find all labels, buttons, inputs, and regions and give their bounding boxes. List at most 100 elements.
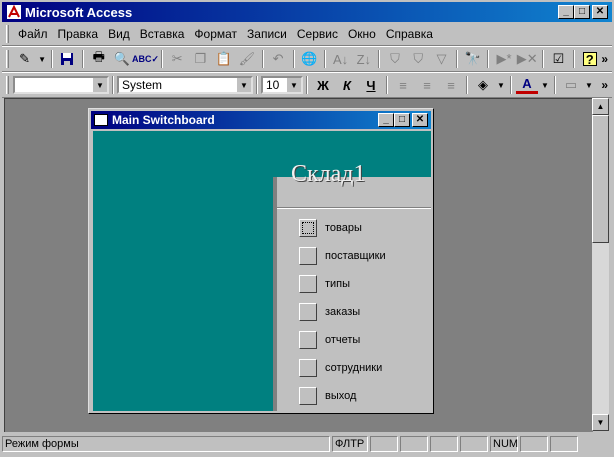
arrow-down-icon: ▼	[596, 418, 605, 427]
option-button[interactable]	[299, 275, 317, 293]
menu-help[interactable]: Справка	[381, 27, 438, 41]
bold-button[interactable]: Ж	[312, 75, 334, 95]
find-button[interactable]: 🔭	[462, 49, 483, 69]
menu-file[interactable]: Файл	[13, 27, 53, 41]
minimize-icon: _	[383, 114, 389, 125]
scroll-down-button[interactable]: ▼	[592, 414, 609, 431]
scroll-thumb[interactable]	[592, 115, 609, 243]
menu-window[interactable]: Окно	[343, 27, 381, 41]
option-button[interactable]	[299, 247, 317, 265]
new-record-button[interactable]: ▶*	[493, 49, 514, 69]
font-name-select[interactable]: System ▼	[117, 76, 253, 94]
paste-icon: 📋	[215, 51, 232, 66]
undo-icon: ↶	[272, 51, 284, 66]
option-button[interactable]	[299, 331, 317, 349]
switchboard-titlebar[interactable]: Main Switchboard _ □ ✕	[91, 111, 431, 129]
switchboard-option[interactable]: поставщики	[299, 247, 386, 265]
font-size-select[interactable]: 10 ▼	[261, 76, 303, 94]
toolbar-separator	[306, 76, 308, 94]
access-key-icon	[7, 4, 21, 19]
align-right-button[interactable]: ≡	[440, 75, 462, 95]
filter-by-selection-button[interactable]: ⛉	[384, 49, 405, 69]
save-button[interactable]	[57, 49, 78, 69]
child-minimize-button[interactable]: _	[378, 113, 394, 127]
maximize-button[interactable]: □	[574, 5, 590, 19]
object-select[interactable]: ▼	[13, 76, 109, 94]
minimize-button[interactable]: _	[558, 5, 574, 19]
menu-records[interactable]: Записи	[242, 27, 292, 41]
filter-selection-icon: ⛉	[390, 51, 400, 66]
close-icon: ✕	[415, 114, 425, 125]
option-button[interactable]	[299, 219, 317, 237]
view-dropdown-arrow[interactable]: ▼	[37, 49, 47, 69]
hyperlink-icon: 🌐	[301, 51, 318, 66]
scroll-up-button[interactable]: ▲	[592, 98, 609, 115]
menu-format[interactable]: Формат	[189, 27, 242, 41]
child-maximize-button[interactable]: □	[394, 113, 410, 127]
sort-descending-button[interactable]: Z↓	[353, 49, 374, 69]
cut-button[interactable]: ✂	[167, 49, 188, 69]
toolbar-grip[interactable]	[6, 50, 9, 68]
menu-view[interactable]: Вид	[103, 27, 135, 41]
format-painter-button[interactable]: 🖌	[236, 49, 257, 69]
menubar-grip[interactable]	[6, 25, 9, 43]
switchboard-option[interactable]: сотрудники	[299, 359, 382, 377]
menu-insert[interactable]: Вставка	[135, 27, 190, 41]
switchboard-option[interactable]: отчеты	[299, 331, 360, 349]
print-button[interactable]: 🖶	[88, 49, 109, 69]
menu-edit[interactable]: Правка	[53, 27, 104, 41]
underline-button[interactable]: Ч	[360, 75, 382, 95]
align-center-button[interactable]: ≡	[416, 75, 438, 95]
line-color-button[interactable]: ▭	[560, 75, 582, 95]
align-left-button[interactable]: ≡	[392, 75, 414, 95]
italic-button[interactable]: К	[336, 75, 358, 95]
window-controls: _ □ ✕	[558, 5, 608, 19]
copy-button[interactable]: ❐	[190, 49, 211, 69]
paste-button[interactable]: 📋	[213, 49, 234, 69]
option-button[interactable]	[299, 359, 317, 377]
option-button[interactable]	[299, 303, 317, 321]
toolbar-grip[interactable]	[6, 76, 9, 94]
apply-filter-button[interactable]: ▽	[431, 49, 452, 69]
option-label: выход	[325, 390, 357, 402]
properties-button[interactable]: ☑	[548, 49, 569, 69]
form-view-toolbar: ✎ ▼ 🖶 🔍 ABC✓ ✂ ❐ 📋 🖌 ↶ 🌐 A↓ Z↓ ⛉ ⛉ ▽ 🔭 ▶…	[2, 46, 612, 72]
chevron-down-icon[interactable]: ▼	[286, 78, 301, 92]
filter-by-form-button[interactable]: ⛉	[408, 49, 429, 69]
line-color-dropdown[interactable]: ▼	[584, 75, 594, 95]
menu-tools[interactable]: Сервис	[292, 27, 343, 41]
switchboard-option[interactable]: заказы	[299, 303, 360, 321]
close-button[interactable]: ✕	[592, 5, 608, 19]
toolbar-more-chevron[interactable]: »	[601, 52, 608, 66]
font-color-icon: A	[522, 76, 532, 91]
help-icon: ?	[582, 52, 597, 67]
delete-record-button[interactable]: ▶✕	[517, 49, 538, 69]
spelling-button[interactable]: ABC✓	[132, 49, 159, 69]
maximize-icon: □	[578, 6, 586, 17]
undo-button[interactable]: ↶	[268, 49, 289, 69]
switchboard-option[interactable]: товары	[299, 219, 362, 237]
fill-color-button[interactable]: ◈	[472, 75, 494, 95]
chevron-down-icon: ▼	[541, 80, 549, 90]
properties-icon: ☑	[552, 51, 565, 66]
hyperlink-button[interactable]: 🌐	[299, 49, 320, 69]
menu-bar: Файл Правка Вид Вставка Формат Записи Се…	[2, 23, 612, 46]
toolbar-more-chevron[interactable]: »	[601, 78, 608, 92]
chevron-down-icon[interactable]: ▼	[92, 78, 107, 92]
print-preview-button[interactable]: 🔍	[111, 49, 132, 69]
vertical-scrollbar[interactable]: ▲ ▼	[592, 98, 609, 431]
chevron-down-icon[interactable]: ▼	[236, 78, 251, 92]
font-color-button[interactable]: A	[516, 76, 538, 94]
child-close-button[interactable]: ✕	[412, 113, 428, 127]
form-icon	[94, 114, 108, 126]
fill-color-dropdown[interactable]: ▼	[496, 75, 506, 95]
option-button[interactable]	[299, 387, 317, 405]
switchboard-option[interactable]: типы	[299, 275, 350, 293]
switchboard-option[interactable]: выход	[299, 387, 356, 405]
sort-ascending-button[interactable]: A↓	[330, 49, 351, 69]
fill-color-icon: ◈	[478, 77, 488, 92]
chevron-down-icon: ▼	[38, 54, 46, 64]
help-button[interactable]: ?	[579, 49, 600, 69]
font-color-dropdown[interactable]: ▼	[540, 75, 550, 95]
design-view-button[interactable]: ✎	[14, 49, 35, 69]
